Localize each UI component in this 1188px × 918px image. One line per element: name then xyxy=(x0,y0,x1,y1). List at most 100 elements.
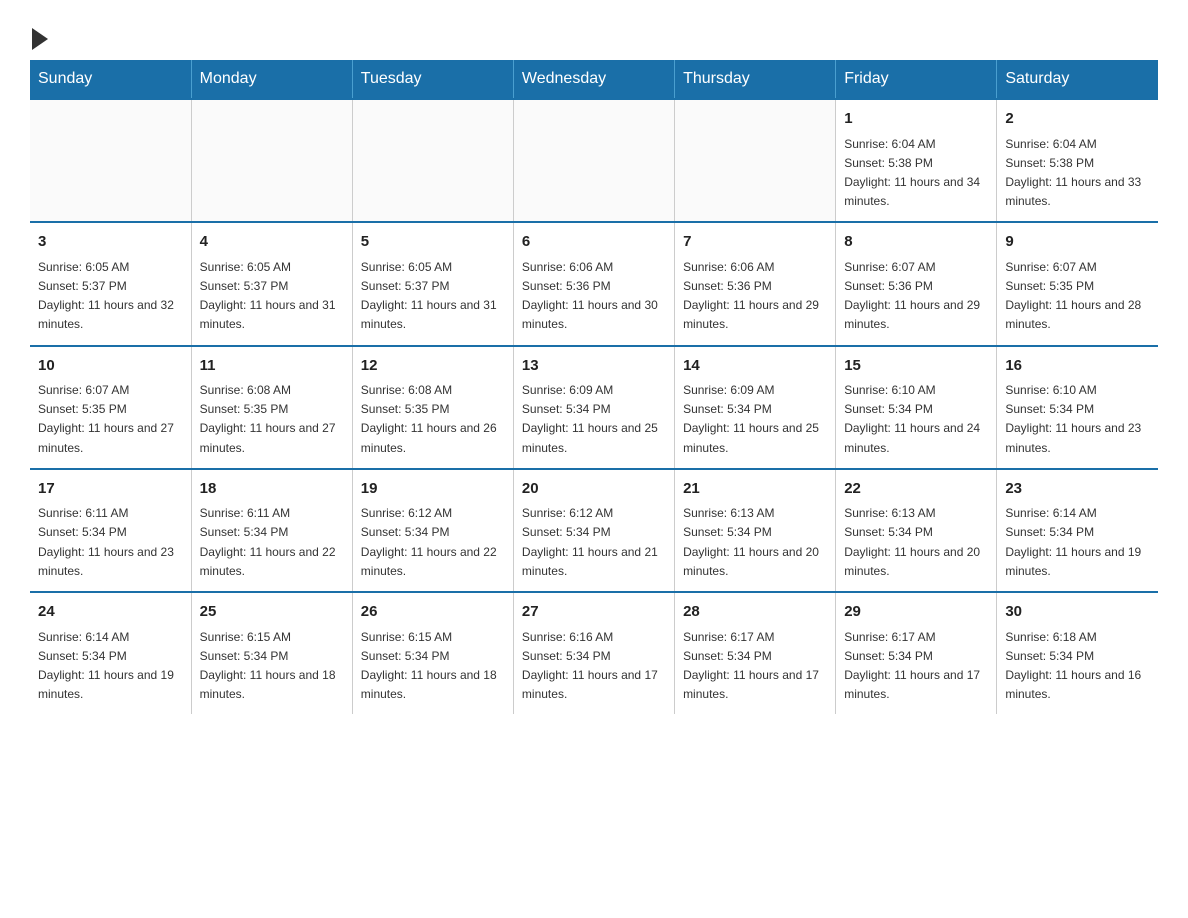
day-info: Sunrise: 6:05 AMSunset: 5:37 PMDaylight:… xyxy=(38,258,183,335)
calendar-cell: 21Sunrise: 6:13 AMSunset: 5:34 PMDayligh… xyxy=(675,469,836,592)
calendar-week-2: 3 Sunrise: 6:05 AMSunset: 5:37 PMDaylight… xyxy=(30,222,1158,345)
day-info: Sunrise: 6:15 AMSunset: 5:34 PMDaylight:… xyxy=(200,628,344,705)
calendar-cell: 11Sunrise: 6:08 AMSunset: 5:35 PMDayligh… xyxy=(191,346,352,469)
calendar-cell: 27 Sunrise: 6:16 AMSunset: 5:34 PMDayligh… xyxy=(513,592,674,714)
day-info: Sunrise: 6:09 AMSunset: 5:34 PMDaylight:… xyxy=(683,381,827,458)
day-info: Sunrise: 6:13 AMSunset: 5:34 PMDaylight:… xyxy=(844,504,988,581)
day-number: 10 xyxy=(38,355,183,378)
day-number: 23 xyxy=(1005,478,1150,501)
day-info: Sunrise: 6:12 AMSunset: 5:34 PMDaylight:… xyxy=(361,504,505,581)
calendar-cell: 22 Sunrise: 6:13 AMSunset: 5:34 PMDayligh… xyxy=(836,469,997,592)
day-info: Sunrise: 6:14 AMSunset: 5:34 PMDaylight:… xyxy=(38,628,183,705)
day-info: Sunrise: 6:18 AMSunset: 5:34 PMDaylight:… xyxy=(1005,628,1150,705)
weekday-header-tuesday: Tuesday xyxy=(352,60,513,99)
calendar-cell: 29 Sunrise: 6:17 AMSunset: 5:34 PMDayligh… xyxy=(836,592,997,714)
day-info: Sunrise: 6:08 AMSunset: 5:35 PMDaylight:… xyxy=(361,381,505,458)
day-info: Sunrise: 6:07 AMSunset: 5:35 PMDaylight:… xyxy=(38,381,183,458)
calendar-cell xyxy=(352,99,513,222)
day-info: Sunrise: 6:10 AMSunset: 5:34 PMDaylight:… xyxy=(1005,381,1150,458)
day-number: 26 xyxy=(361,601,505,624)
day-number: 7 xyxy=(683,231,827,254)
day-number: 9 xyxy=(1005,231,1150,254)
day-info: Sunrise: 6:06 AMSunset: 5:36 PMDaylight:… xyxy=(683,258,827,335)
day-info: Sunrise: 6:07 AMSunset: 5:36 PMDaylight:… xyxy=(844,258,988,335)
day-info: Sunrise: 6:05 AMSunset: 5:37 PMDaylight:… xyxy=(361,258,505,335)
calendar-cell: 16 Sunrise: 6:10 AMSunset: 5:34 PMDayligh… xyxy=(997,346,1158,469)
calendar-week-5: 24 Sunrise: 6:14 AMSunset: 5:34 PMDayligh… xyxy=(30,592,1158,714)
day-number: 8 xyxy=(844,231,988,254)
day-number: 27 xyxy=(522,601,666,624)
day-info: Sunrise: 6:11 AMSunset: 5:34 PMDaylight:… xyxy=(38,504,183,581)
day-info: Sunrise: 6:04 AMSunset: 5:38 PMDaylight:… xyxy=(844,135,988,212)
day-number: 22 xyxy=(844,478,988,501)
day-info: Sunrise: 6:07 AMSunset: 5:35 PMDaylight:… xyxy=(1005,258,1150,335)
day-number: 12 xyxy=(361,355,505,378)
day-info: Sunrise: 6:17 AMSunset: 5:34 PMDaylight:… xyxy=(683,628,827,705)
day-info: Sunrise: 6:06 AMSunset: 5:36 PMDaylight:… xyxy=(522,258,666,335)
calendar-cell: 13 Sunrise: 6:09 AMSunset: 5:34 PMDayligh… xyxy=(513,346,674,469)
day-info: Sunrise: 6:16 AMSunset: 5:34 PMDaylight:… xyxy=(522,628,666,705)
day-number: 14 xyxy=(683,355,827,378)
day-info: Sunrise: 6:09 AMSunset: 5:34 PMDaylight:… xyxy=(522,381,666,458)
day-number: 19 xyxy=(361,478,505,501)
day-number: 4 xyxy=(200,231,344,254)
day-info: Sunrise: 6:12 AMSunset: 5:34 PMDaylight:… xyxy=(522,504,666,581)
weekday-header-friday: Friday xyxy=(836,60,997,99)
calendar-cell xyxy=(513,99,674,222)
day-number: 29 xyxy=(844,601,988,624)
day-number: 5 xyxy=(361,231,505,254)
calendar-cell: 14 Sunrise: 6:09 AMSunset: 5:34 PMDayligh… xyxy=(675,346,836,469)
calendar-cell: 3 Sunrise: 6:05 AMSunset: 5:37 PMDaylight… xyxy=(30,222,191,345)
calendar-cell xyxy=(30,99,191,222)
calendar-cell: 23 Sunrise: 6:14 AMSunset: 5:34 PMDayligh… xyxy=(997,469,1158,592)
calendar-cell: 1 Sunrise: 6:04 AMSunset: 5:38 PMDaylight… xyxy=(836,99,997,222)
page-header xyxy=(30,20,1158,50)
weekday-header-monday: Monday xyxy=(191,60,352,99)
calendar-cell: 6 Sunrise: 6:06 AMSunset: 5:36 PMDaylight… xyxy=(513,222,674,345)
calendar-table: SundayMondayTuesdayWednesdayThursdayFrid… xyxy=(30,60,1158,714)
day-info: Sunrise: 6:14 AMSunset: 5:34 PMDaylight:… xyxy=(1005,504,1150,581)
day-number: 13 xyxy=(522,355,666,378)
day-number: 3 xyxy=(38,231,183,254)
day-info: Sunrise: 6:04 AMSunset: 5:38 PMDaylight:… xyxy=(1005,135,1150,212)
day-number: 15 xyxy=(844,355,988,378)
calendar-cell: 2 Sunrise: 6:04 AMSunset: 5:38 PMDaylight… xyxy=(997,99,1158,222)
calendar-cell: 12 Sunrise: 6:08 AMSunset: 5:35 PMDayligh… xyxy=(352,346,513,469)
day-number: 28 xyxy=(683,601,827,624)
day-number: 1 xyxy=(844,108,988,131)
calendar-cell: 20 Sunrise: 6:12 AMSunset: 5:34 PMDayligh… xyxy=(513,469,674,592)
day-number: 21 xyxy=(683,478,827,501)
calendar-cell: 7 Sunrise: 6:06 AMSunset: 5:36 PMDaylight… xyxy=(675,222,836,345)
day-number: 16 xyxy=(1005,355,1150,378)
day-number: 2 xyxy=(1005,108,1150,131)
calendar-cell: 19 Sunrise: 6:12 AMSunset: 5:34 PMDayligh… xyxy=(352,469,513,592)
day-number: 24 xyxy=(38,601,183,624)
calendar-week-1: 1 Sunrise: 6:04 AMSunset: 5:38 PMDaylight… xyxy=(30,99,1158,222)
calendar-week-3: 10 Sunrise: 6:07 AMSunset: 5:35 PMDayligh… xyxy=(30,346,1158,469)
calendar-cell: 4Sunrise: 6:05 AMSunset: 5:37 PMDaylight… xyxy=(191,222,352,345)
calendar-header-row: SundayMondayTuesdayWednesdayThursdayFrid… xyxy=(30,60,1158,99)
day-info: Sunrise: 6:17 AMSunset: 5:34 PMDaylight:… xyxy=(844,628,988,705)
calendar-week-4: 17Sunrise: 6:11 AMSunset: 5:34 PMDayligh… xyxy=(30,469,1158,592)
day-number: 30 xyxy=(1005,601,1150,624)
calendar-cell: 26 Sunrise: 6:15 AMSunset: 5:34 PMDayligh… xyxy=(352,592,513,714)
calendar-cell: 10 Sunrise: 6:07 AMSunset: 5:35 PMDayligh… xyxy=(30,346,191,469)
calendar-cell: 17Sunrise: 6:11 AMSunset: 5:34 PMDayligh… xyxy=(30,469,191,592)
day-number: 18 xyxy=(200,478,344,501)
calendar-cell: 8 Sunrise: 6:07 AMSunset: 5:36 PMDaylight… xyxy=(836,222,997,345)
day-info: Sunrise: 6:11 AMSunset: 5:34 PMDaylight:… xyxy=(200,504,344,581)
calendar-cell: 9 Sunrise: 6:07 AMSunset: 5:35 PMDaylight… xyxy=(997,222,1158,345)
calendar-cell: 15Sunrise: 6:10 AMSunset: 5:34 PMDayligh… xyxy=(836,346,997,469)
weekday-header-sunday: Sunday xyxy=(30,60,191,99)
logo xyxy=(30,20,48,50)
weekday-header-saturday: Saturday xyxy=(997,60,1158,99)
day-number: 6 xyxy=(522,231,666,254)
calendar-cell: 18 Sunrise: 6:11 AMSunset: 5:34 PMDayligh… xyxy=(191,469,352,592)
calendar-cell: 25Sunrise: 6:15 AMSunset: 5:34 PMDayligh… xyxy=(191,592,352,714)
day-number: 11 xyxy=(200,355,344,378)
day-info: Sunrise: 6:15 AMSunset: 5:34 PMDaylight:… xyxy=(361,628,505,705)
calendar-cell xyxy=(675,99,836,222)
day-number: 20 xyxy=(522,478,666,501)
weekday-header-thursday: Thursday xyxy=(675,60,836,99)
calendar-cell: 24 Sunrise: 6:14 AMSunset: 5:34 PMDayligh… xyxy=(30,592,191,714)
